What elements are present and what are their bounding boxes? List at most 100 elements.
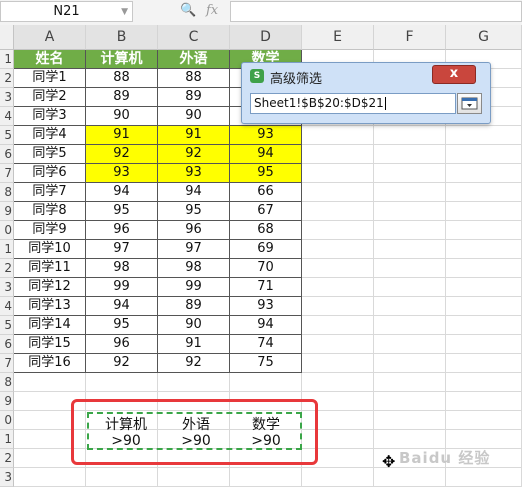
- name-box[interactable]: N21 ▼: [0, 1, 133, 22]
- row-header[interactable]: 3: [0, 468, 14, 487]
- table-cell[interactable]: 97: [158, 240, 230, 259]
- formula-input[interactable]: [230, 1, 522, 22]
- empty-cell[interactable]: [446, 202, 522, 221]
- table-cell[interactable]: 67: [230, 202, 302, 221]
- table-cell[interactable]: 92: [86, 354, 158, 373]
- table-cell[interactable]: 93: [86, 164, 158, 183]
- table-cell[interactable]: 97: [86, 240, 158, 259]
- table-cell[interactable]: 同学1: [14, 69, 86, 88]
- table-cell[interactable]: 90: [158, 107, 230, 126]
- row-header[interactable]: 7: [0, 354, 14, 373]
- table-cell[interactable]: 95: [86, 316, 158, 335]
- empty-cell[interactable]: [14, 468, 86, 487]
- table-cell[interactable]: 70: [230, 259, 302, 278]
- empty-cell[interactable]: [374, 316, 446, 335]
- table-cell[interactable]: 89: [158, 88, 230, 107]
- row-header[interactable]: 0: [0, 221, 14, 240]
- table-cell[interactable]: 90: [86, 107, 158, 126]
- empty-cell[interactable]: [302, 373, 374, 392]
- column-header-f[interactable]: F: [374, 25, 446, 50]
- row-header[interactable]: 9: [0, 392, 14, 411]
- empty-cell[interactable]: [302, 202, 374, 221]
- criteria-value-language[interactable]: >90: [166, 433, 226, 449]
- empty-cell[interactable]: [86, 373, 158, 392]
- row-header[interactable]: 6: [0, 335, 14, 354]
- empty-cell[interactable]: [374, 240, 446, 259]
- empty-cell[interactable]: [446, 411, 522, 430]
- table-cell[interactable]: 同学15: [14, 335, 86, 354]
- column-header-b[interactable]: B: [86, 25, 158, 50]
- empty-cell[interactable]: [446, 221, 522, 240]
- table-cell[interactable]: 同学6: [14, 164, 86, 183]
- table-cell[interactable]: 92: [158, 145, 230, 164]
- empty-cell[interactable]: [446, 164, 522, 183]
- empty-cell[interactable]: [374, 354, 446, 373]
- empty-cell[interactable]: [86, 468, 158, 487]
- empty-cell[interactable]: [158, 373, 230, 392]
- table-cell[interactable]: 同学12: [14, 278, 86, 297]
- empty-cell[interactable]: [302, 164, 374, 183]
- row-header[interactable]: 1: [0, 50, 14, 69]
- empty-cell[interactable]: [374, 392, 446, 411]
- empty-cell[interactable]: [374, 335, 446, 354]
- row-header[interactable]: 6: [0, 145, 14, 164]
- table-cell[interactable]: 88: [158, 69, 230, 88]
- table-cell[interactable]: 92: [86, 145, 158, 164]
- table-cell[interactable]: 99: [158, 278, 230, 297]
- table-cell[interactable]: 93: [230, 297, 302, 316]
- table-cell[interactable]: 同学11: [14, 259, 86, 278]
- range-picker-button[interactable]: [457, 93, 482, 114]
- row-header[interactable]: 4: [0, 107, 14, 126]
- table-cell[interactable]: 96: [86, 221, 158, 240]
- empty-cell[interactable]: [446, 354, 522, 373]
- table-cell[interactable]: 95: [158, 202, 230, 221]
- empty-cell[interactable]: [446, 278, 522, 297]
- table-cell[interactable]: 96: [158, 221, 230, 240]
- table-cell[interactable]: 89: [86, 88, 158, 107]
- table-cell[interactable]: 98: [86, 259, 158, 278]
- table-cell[interactable]: 95: [230, 164, 302, 183]
- row-header[interactable]: 7: [0, 164, 14, 183]
- empty-cell[interactable]: [374, 183, 446, 202]
- table-cell[interactable]: 91: [158, 126, 230, 145]
- table-cell[interactable]: 69: [230, 240, 302, 259]
- table-cell[interactable]: 同学8: [14, 202, 86, 221]
- criteria-range-input[interactable]: Sheet1!$B$20:$D$21: [250, 93, 456, 114]
- table-cell[interactable]: 74: [230, 335, 302, 354]
- row-header[interactable]: 1: [0, 240, 14, 259]
- zoom-icon[interactable]: 🔍: [180, 3, 196, 18]
- empty-cell[interactable]: [302, 183, 374, 202]
- table-cell[interactable]: 95: [86, 202, 158, 221]
- empty-cell[interactable]: [446, 392, 522, 411]
- table-cell[interactable]: 同学13: [14, 297, 86, 316]
- table-cell[interactable]: 90: [158, 316, 230, 335]
- empty-cell[interactable]: [374, 278, 446, 297]
- table-cell[interactable]: 同学5: [14, 145, 86, 164]
- row-header[interactable]: 2: [0, 69, 14, 88]
- empty-cell[interactable]: [446, 240, 522, 259]
- table-header-cell[interactable]: 计算机: [86, 50, 158, 69]
- empty-cell[interactable]: [302, 259, 374, 278]
- empty-cell[interactable]: [374, 221, 446, 240]
- row-header[interactable]: 4: [0, 297, 14, 316]
- criteria-header-math[interactable]: 数学: [236, 414, 296, 434]
- empty-cell[interactable]: [374, 411, 446, 430]
- table-cell[interactable]: 93: [230, 126, 302, 145]
- table-cell[interactable]: 93: [158, 164, 230, 183]
- row-header[interactable]: 9: [0, 202, 14, 221]
- column-header-e[interactable]: E: [302, 25, 374, 50]
- empty-cell[interactable]: [14, 373, 86, 392]
- empty-cell[interactable]: [230, 468, 302, 487]
- empty-cell[interactable]: [374, 202, 446, 221]
- chevron-down-icon[interactable]: ▼: [121, 2, 128, 22]
- criteria-value-math[interactable]: >90: [236, 433, 296, 449]
- table-cell[interactable]: 94: [230, 145, 302, 164]
- table-cell[interactable]: 91: [158, 335, 230, 354]
- row-header[interactable]: 0: [0, 411, 14, 430]
- table-cell[interactable]: 94: [86, 183, 158, 202]
- table-cell[interactable]: 同学9: [14, 221, 86, 240]
- empty-cell[interactable]: [302, 278, 374, 297]
- empty-cell[interactable]: [446, 145, 522, 164]
- empty-cell[interactable]: [302, 316, 374, 335]
- table-cell[interactable]: 94: [86, 297, 158, 316]
